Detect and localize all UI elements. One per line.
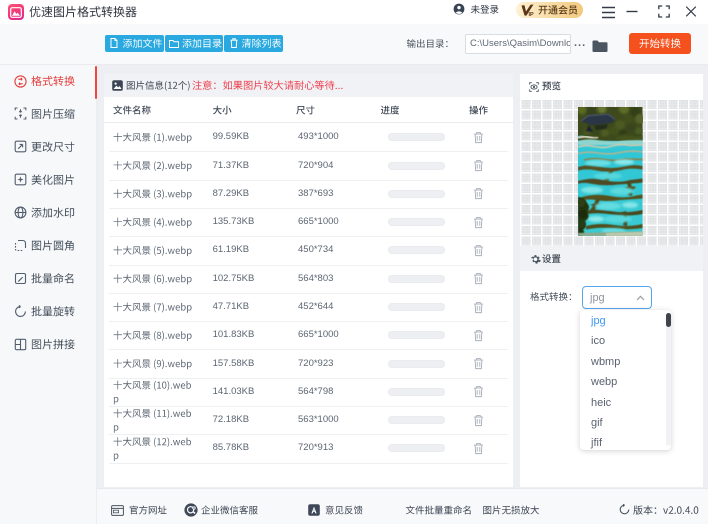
svg-text:IP: IP <box>529 12 535 17</box>
